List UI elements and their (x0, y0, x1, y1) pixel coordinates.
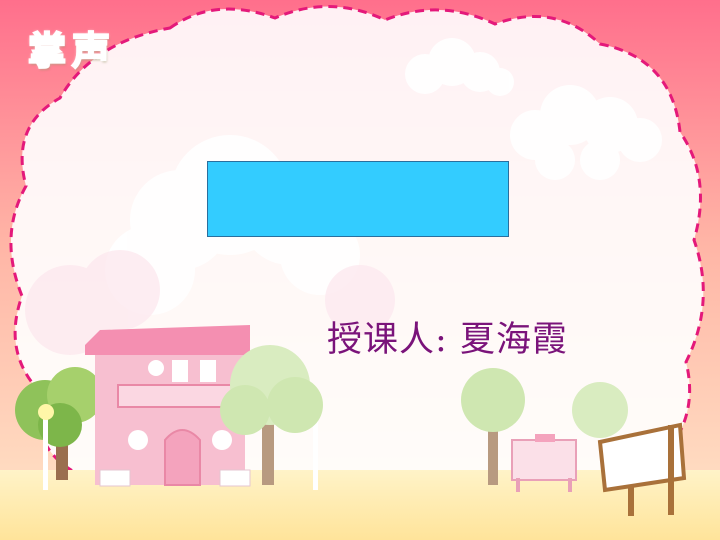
title-box[interactable] (207, 161, 509, 237)
teacher-name: 夏海霞 (459, 320, 568, 360)
slide: 掌声 授课人: 夏海霞 (0, 0, 720, 540)
background-scene (0, 0, 720, 540)
teacher-line: 授课人: 夏海霞 (327, 311, 568, 362)
logo-text: 掌声 (27, 28, 117, 74)
teacher-label: 授课人: (327, 320, 448, 360)
